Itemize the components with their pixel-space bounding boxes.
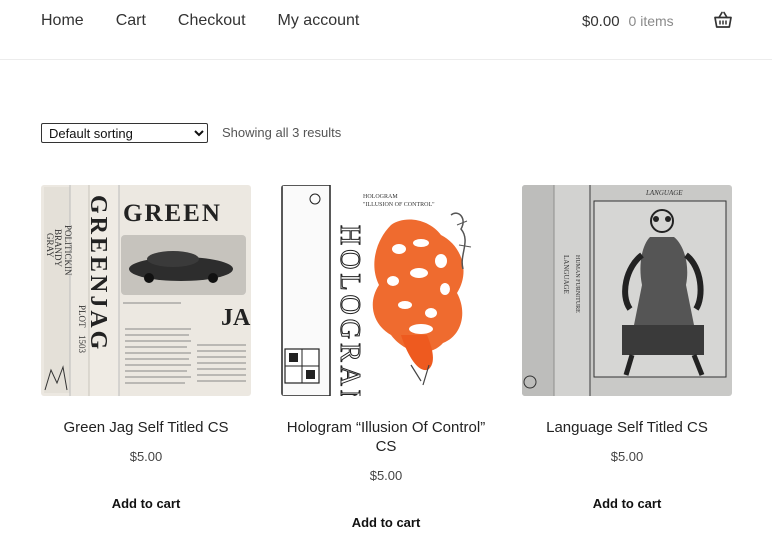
cover-logo	[284, 348, 320, 384]
product-price: $5.00	[129, 449, 163, 464]
product-image[interactable]: LANGUAGE HUMAN FURNITURE LANGUAGE	[522, 185, 732, 396]
primary-nav: Home Cart Checkout My account	[41, 11, 391, 31]
cover-text: "ILLUSION OF CONTROL"	[363, 202, 435, 208]
product-card: GREENJAG BRANDY POLITICKIN GRAY PLOT 150…	[41, 185, 251, 512]
green-jag-cover-art: GREENJAG BRANDY POLITICKIN GRAY PLOT 150…	[41, 185, 251, 396]
add-to-cart-button[interactable]: Add to cart	[281, 515, 491, 531]
basket-icon[interactable]	[714, 11, 732, 29]
site-header: Home Cart Checkout My account $0.00 0 it…	[0, 0, 772, 60]
cover-text: HUMAN FURNITURE	[574, 255, 580, 313]
cover-text: GREENJAG	[85, 195, 111, 352]
product-title[interactable]: Hologram “Illusion Of Control” CS	[281, 418, 491, 456]
result-count: Showing all 3 results	[222, 125, 342, 140]
cover-text: HOLOGRAM	[363, 194, 398, 200]
product-card: LANGUAGE HUMAN FURNITURE LANGUAGE Langua…	[522, 185, 732, 512]
hologram-cover-art: HOLOGRAM HOLOGRAM "ILLUSION OF CONTROL"	[281, 185, 491, 396]
product-image[interactable]: GREENJAG BRANDY POLITICKIN GRAY PLOT 150…	[41, 185, 251, 396]
add-to-cart-button[interactable]: Add to cart	[41, 496, 251, 512]
cover-title: LANGUAGE	[645, 189, 683, 197]
cover-text: HOLOGRAM	[334, 225, 365, 396]
product-card: HOLOGRAM HOLOGRAM "ILLUSION OF CONTROL"	[281, 185, 491, 531]
product-title[interactable]: Green Jag Self Titled CS	[41, 418, 251, 437]
product-price: $5.00	[610, 449, 644, 464]
add-to-cart-button[interactable]: Add to cart	[522, 496, 732, 512]
product-price: $5.00	[369, 468, 403, 483]
cover-text: LANGUAGE	[562, 255, 570, 294]
cart-item-count[interactable]: 0 items	[629, 11, 674, 31]
cover-text: 1503	[77, 335, 87, 354]
cover-title: GREEN	[123, 200, 222, 227]
cover-text: GRAY	[45, 233, 55, 258]
product-title[interactable]: Language Self Titled CS	[522, 418, 732, 437]
cart-total[interactable]: $0.00	[582, 12, 620, 32]
shop-page: Home Cart Checkout My account $0.00 0 it…	[0, 0, 772, 545]
sort-select[interactable]: Default sorting	[41, 123, 208, 143]
nav-checkout-link[interactable]: Checkout	[178, 11, 246, 31]
product-image[interactable]: HOLOGRAM HOLOGRAM "ILLUSION OF CONTROL"	[281, 185, 491, 396]
nav-my-account-link[interactable]: My account	[278, 11, 360, 31]
cover-title: JAG	[221, 305, 251, 331]
header-cart-summary[interactable]: $0.00 0 items	[582, 11, 674, 31]
language-cover-art: LANGUAGE HUMAN FURNITURE LANGUAGE	[522, 185, 732, 396]
nav-cart-link[interactable]: Cart	[116, 11, 146, 31]
cover-text: PLOT	[77, 305, 87, 328]
cover-text: POLITICKIN	[63, 225, 73, 276]
nav-home-link[interactable]: Home	[41, 11, 84, 31]
